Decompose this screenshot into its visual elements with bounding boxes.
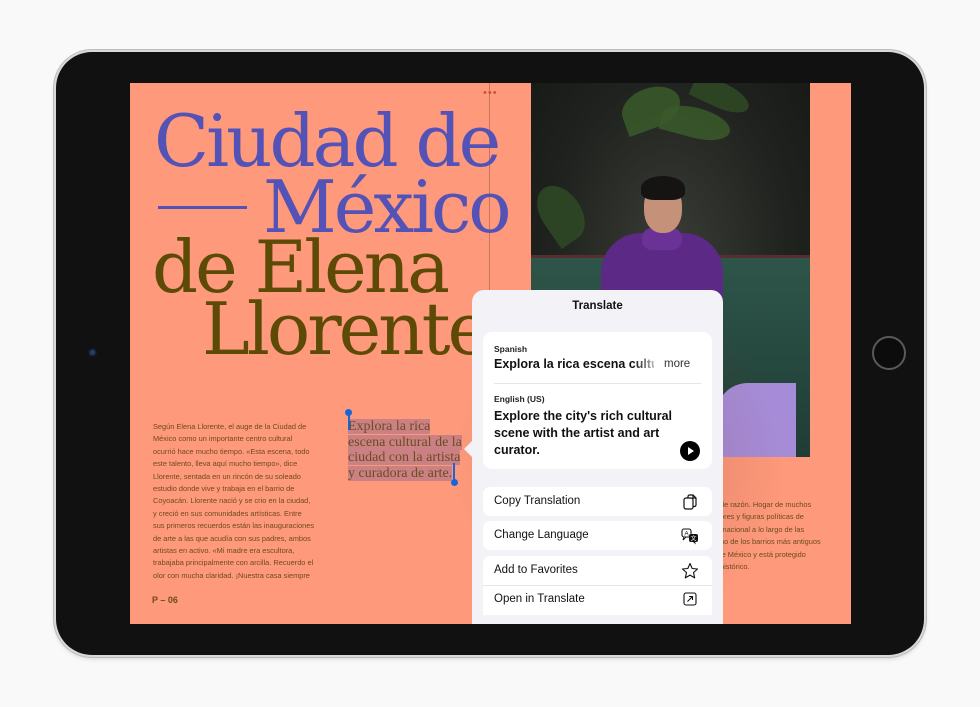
more-link[interactable]: more	[664, 358, 690, 370]
open-in-translate-button[interactable]: Open in Translate	[483, 586, 712, 615]
copy-icon	[681, 493, 699, 511]
action-label: Change Language	[494, 529, 589, 541]
action-label: Open in Translate	[494, 593, 585, 605]
action-label: Add to Favorites	[494, 564, 578, 576]
article-body-text[interactable]: Según Elena Llorente, el auge de la Ciud…	[153, 421, 315, 582]
more-dots-icon[interactable]: •••	[483, 88, 498, 99]
svg-text:文: 文	[690, 535, 696, 543]
svg-text:A: A	[684, 531, 689, 538]
page-number: P – 06	[152, 595, 178, 605]
translate-popover: Translate Spanish Explora la rica escena…	[472, 290, 723, 624]
play-audio-button[interactable]	[680, 441, 700, 461]
change-language-button[interactable]: Change Language A文	[483, 521, 712, 550]
front-camera	[90, 350, 95, 355]
title-dash-decoration	[158, 206, 247, 209]
plant-leaf	[531, 176, 595, 250]
action-label: Copy Translation	[494, 495, 581, 507]
star-icon	[681, 562, 699, 580]
open-external-icon	[681, 590, 699, 608]
target-language-label: English (US)	[494, 394, 545, 404]
selection-start-handle[interactable]	[345, 409, 352, 416]
source-language-label: Spanish	[494, 344, 528, 354]
hair	[641, 176, 685, 200]
popover-title: Translate	[572, 300, 623, 312]
source-text: Explora la rica escena cultural	[494, 357, 654, 371]
copy-translation-button[interactable]: Copy Translation	[483, 487, 712, 516]
home-button[interactable]	[872, 336, 906, 370]
screen: ••• Ciudad de México de Elena Llorente S…	[130, 83, 851, 624]
translated-text: Explore the city's rich cultural scene w…	[494, 409, 673, 457]
source-text-fade	[633, 355, 663, 373]
card-divider	[494, 383, 701, 384]
translate-language-icon: A文	[681, 527, 699, 545]
translation-card: Spanish Explora la rica escena cultural …	[483, 332, 712, 469]
add-to-favorites-button[interactable]: Add to Favorites	[483, 556, 712, 585]
